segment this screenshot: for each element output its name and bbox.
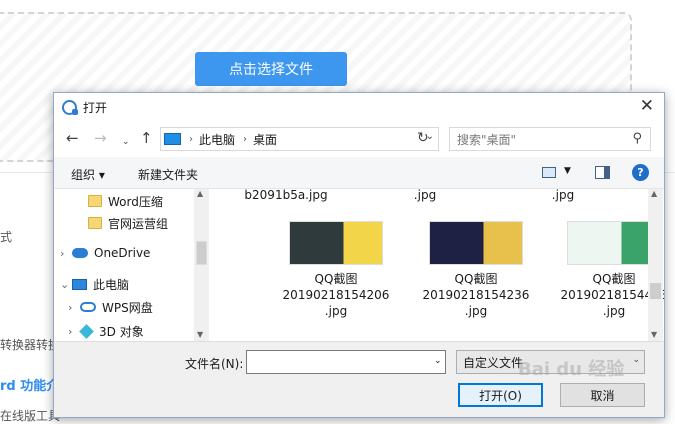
scroll-thumb[interactable] — [196, 241, 207, 265]
dialog-title: 打开 — [83, 100, 108, 115]
cube-icon — [79, 323, 94, 339]
scroll-down-icon[interactable]: ▼ — [651, 330, 657, 339]
app-icon — [62, 99, 78, 115]
pc-icon — [72, 278, 87, 290]
collapse-chevron-icon[interactable]: ⌄ — [60, 278, 72, 291]
folder-icon — [88, 195, 102, 207]
file-item[interactable]: b2091b5a.jpg — [226, 189, 346, 203]
this-pc-icon — [164, 133, 181, 145]
search-placeholder: 搜索"桌面" — [457, 132, 517, 147]
filename-label: 文件名(N): — [185, 357, 244, 371]
baidu-watermark: Bai du 经验 — [518, 359, 625, 380]
image-thumbnail[interactable] — [289, 221, 383, 265]
tree-item-3d-objects[interactable]: › 3D 对象 — [68, 321, 144, 341]
search-icon[interactable]: ⚲ — [632, 131, 642, 146]
refresh-icon[interactable]: ↻ — [417, 130, 429, 146]
tree-item-label: Word压缩 — [108, 194, 163, 209]
expand-chevron-icon[interactable]: › — [68, 301, 80, 314]
breadcrumb-separator-icon[interactable]: › — [189, 134, 193, 145]
file-list: b2091b5a.jpg .jpg .jpg QQ截图 201902181542… — [210, 189, 664, 341]
file-item[interactable]: QQ截图 20190218154206 .jpg — [276, 271, 396, 319]
side-text: 转换器转换 — [0, 338, 61, 352]
view-dropdown-icon[interactable]: ▼ — [564, 166, 571, 176]
organize-menu[interactable]: 组织 ▾ — [71, 166, 105, 183]
navigation-scrollbar[interactable]: ▲ ▼ — [194, 189, 209, 341]
expand-chevron-icon[interactable]: › — [60, 247, 72, 260]
tree-item-onedrive[interactable]: › OneDrive — [60, 243, 150, 263]
file-name: QQ截图 20190218154236 .jpg — [422, 272, 530, 318]
back-arrow-icon[interactable]: ← — [66, 129, 79, 147]
wps-cloud-icon — [80, 302, 96, 312]
help-icon[interactable]: ? — [632, 164, 649, 181]
recent-dropdown-icon[interactable]: ⌄ — [122, 133, 130, 151]
file-item[interactable]: QQ截图 20190218154236 .jpg — [416, 271, 536, 319]
scroll-down-icon[interactable]: ▼ — [197, 330, 203, 339]
new-folder-button[interactable]: 新建文件夹 — [138, 166, 198, 183]
side-heading: rd 功能介 — [0, 379, 60, 394]
file-name: .jpg — [551, 189, 575, 202]
file-list-scrollbar[interactable]: ▲ ▼ — [648, 189, 663, 341]
search-box[interactable]: 搜索"桌面" ⚲ — [449, 127, 651, 151]
chevron-down-icon: ⌄ — [632, 355, 640, 365]
scroll-up-icon[interactable]: ▲ — [651, 189, 657, 198]
tree-item-label: WPS网盘 — [102, 300, 153, 315]
tree-item-word-compress[interactable]: Word压缩 — [76, 191, 163, 211]
file-name: QQ截图 20190218154206 .jpg — [282, 272, 390, 318]
up-arrow-icon[interactable]: ↑ — [140, 129, 153, 147]
image-thumbnail[interactable] — [567, 221, 661, 265]
select-file-button[interactable]: 点击选择文件 — [195, 52, 347, 86]
image-thumbnail[interactable] — [429, 221, 523, 265]
forward-arrow-icon[interactable]: → — [94, 129, 107, 147]
tree-item-label: 3D 对象 — [99, 324, 144, 339]
close-icon[interactable]: ✕ — [640, 98, 654, 115]
breadcrumb-separator-icon[interactable]: › — [243, 134, 247, 145]
filename-dropdown-icon[interactable]: ⌄ — [434, 356, 442, 366]
side-text: 式 — [0, 230, 13, 244]
folder-icon — [88, 217, 102, 229]
breadcrumb-desktop[interactable]: 桌面 — [253, 131, 277, 148]
address-bar[interactable]: › 此电脑 › 桌面 ⌄ — [160, 127, 439, 151]
dialog-titlebar: 打开 ✕ — [54, 93, 664, 121]
side-text: 在线版工具 — [0, 409, 61, 423]
breadcrumb-this-pc[interactable]: 此电脑 — [199, 131, 235, 148]
tree-item-label: 官网运营组 — [108, 216, 169, 231]
scroll-thumb[interactable] — [650, 283, 661, 299]
tree-item-this-pc[interactable]: ⌄ 此电脑 — [60, 274, 129, 294]
tree-item-official-ops[interactable]: 官网运营组 — [76, 213, 168, 233]
navigation-pane: Word压缩 官网运营组 › OneDrive ⌄ 此电脑 › WPS网盘 › … — [54, 189, 210, 341]
preview-pane-icon[interactable] — [595, 166, 610, 179]
tree-item-label: 此电脑 — [93, 277, 130, 292]
open-button[interactable]: 打开(O) — [458, 383, 543, 407]
cloud-icon — [72, 248, 88, 258]
filename-input[interactable] — [246, 350, 446, 374]
file-name: .jpg — [413, 189, 437, 202]
file-item[interactable]: .jpg — [365, 189, 485, 203]
cancel-button[interactable]: 取消 — [560, 383, 645, 407]
tree-item-label: OneDrive — [94, 246, 151, 260]
file-name: b2091b5a.jpg — [244, 189, 328, 202]
file-type-value: 自定义文件 — [463, 355, 524, 370]
navigation-bar: ← → ⌄ ↑ › 此电脑 › 桌面 ⌄ ↻ 搜索"桌面" ⚲ — [54, 125, 664, 153]
file-item[interactable]: .jpg — [503, 189, 623, 203]
tree-item-wps-drive[interactable]: › WPS网盘 — [68, 297, 153, 317]
scroll-up-icon[interactable]: ▲ — [197, 189, 203, 198]
view-mode-icon[interactable] — [542, 167, 556, 178]
command-toolbar: 组织 ▾ 新建文件夹 ▼ ? — [54, 157, 664, 189]
